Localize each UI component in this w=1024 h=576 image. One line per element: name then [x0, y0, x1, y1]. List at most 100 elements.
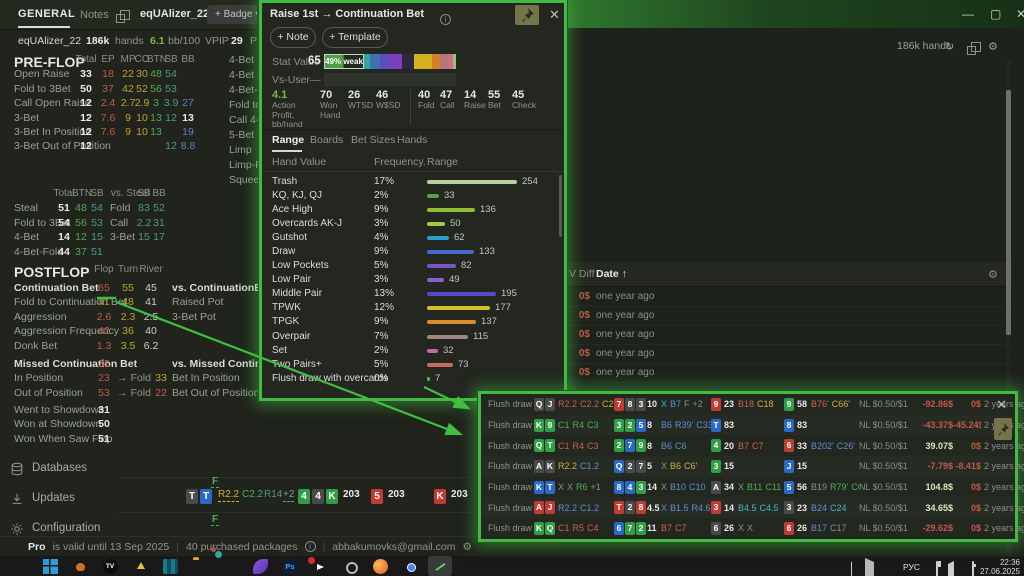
packages-text[interactable]: 40 purchased packages	[186, 541, 298, 553]
info-icon[interactable]: i	[440, 9, 451, 27]
hand-history-row[interactable]: Flush draw ...AKR2.2C1.2Q275XB6C6'315J15…	[481, 456, 1015, 477]
game-app-icon[interactable]	[68, 556, 92, 576]
col-range[interactable]: Range	[427, 156, 458, 168]
close-button[interactable]: ✕	[1016, 7, 1024, 21]
table-row[interactable]: Out of Position53→ Fold22Bet Out of Posi…	[0, 387, 262, 401]
tab-notes[interactable]: Notes	[80, 9, 109, 21]
table-row[interactable]: 3-Bet In Position127.69101319	[0, 126, 260, 140]
hand-history-row[interactable]: Flush draw ...KQC1R5C467211B7C7626XX626B…	[481, 518, 1015, 539]
range-row[interactable]: KQ, KJ, QJ2%33	[262, 189, 564, 203]
table-row[interactable]: Open Raise331822304854	[0, 68, 260, 82]
account-email[interactable]: abbakumovks@gmail.com	[332, 541, 455, 553]
tab-general[interactable]: GENERAL	[18, 8, 75, 20]
range-row[interactable]: Set2%32	[262, 344, 564, 358]
add-badge-button[interactable]: + Badge ▾	[207, 5, 257, 24]
minimize-button[interactable]: —	[962, 7, 974, 21]
hand-date-row[interactable]: 0$one year ago	[560, 307, 1012, 326]
table-row[interactable]: 3-Bet Out of Position12128.8	[0, 140, 260, 154]
popout-icon[interactable]	[116, 10, 125, 28]
range-row[interactable]: Low Pair3%49	[262, 273, 564, 287]
range-row[interactable]: TPGK9%137	[262, 315, 564, 329]
photos-app-icon[interactable]	[218, 556, 242, 576]
sidebar-item-databases[interactable]: Databases	[10, 461, 150, 479]
col-frequency[interactable]: Frequency.	[374, 156, 426, 168]
table-row[interactable]: 4-Bet-Fold443751	[0, 246, 260, 260]
sidebar-item-updates[interactable]: Updates	[10, 491, 150, 509]
info-icon[interactable]: i	[305, 541, 316, 552]
battery-icon[interactable]	[972, 562, 974, 576]
settings-gear-icon[interactable]: ⚙	[463, 541, 472, 553]
sidebar-item-configuration[interactable]: Configuration	[10, 521, 150, 539]
range-row[interactable]: Flush draw with overcards0%7	[262, 372, 564, 386]
firefox-icon[interactable]	[368, 556, 392, 576]
photoshop-icon[interactable]: Ps	[278, 556, 302, 576]
hand-date-row[interactable]: 0$one year ago	[560, 345, 1012, 364]
tv-app-icon[interactable]: TV	[98, 556, 122, 576]
range-row[interactable]: Ace High9%136	[262, 203, 564, 217]
teal-app-icon[interactable]	[158, 556, 182, 576]
pin-button[interactable]	[515, 5, 539, 25]
tab-bet-sizes[interactable]: Bet Sizes	[351, 134, 395, 146]
hand-date-row[interactable]: 0$one year ago	[560, 326, 1012, 345]
scrollbar-thumb[interactable]	[1006, 90, 1011, 335]
tab-hands[interactable]: Hands	[397, 134, 427, 146]
range-row[interactable]: Trash17%254	[262, 175, 564, 189]
table-row[interactable]: Aggression Frequency423640	[0, 325, 262, 339]
tab-range[interactable]: Range	[272, 134, 304, 146]
table-row[interactable]: In Position23→ Fold33Bet In Position	[0, 372, 262, 386]
table-row[interactable]: 3-Bet127.6910131213	[0, 112, 260, 126]
tab-boards[interactable]: Boards	[310, 134, 343, 146]
range-row[interactable]: TPWK12%177	[262, 301, 564, 315]
popout-window-icon[interactable]	[967, 42, 976, 60]
eye-app-icon[interactable]	[338, 556, 362, 576]
feather-app-icon[interactable]	[248, 556, 272, 576]
hand-history-row[interactable]: Flush draw ...KTXXR6+184314XB10C10A34XB1…	[481, 477, 1015, 498]
clock[interactable]: 22:36 27.06.2025	[980, 558, 1020, 576]
hand-history-row[interactable]: Flush draw ...QJR2.2C2.2C2.2+178310XB7F+…	[481, 394, 1015, 415]
table-row[interactable]: Aggression2.62.32.53-Bet Pot	[0, 311, 262, 325]
language-indicator[interactable]: РУС	[903, 562, 920, 572]
range-row[interactable]: Overpair7%115	[262, 330, 564, 344]
table-row[interactable]: Fold to 3Bet503742525653	[0, 83, 260, 97]
tray-telegram-icon[interactable]	[865, 562, 874, 576]
range-row[interactable]: Middle Pair13%195	[262, 287, 564, 301]
close-icon[interactable]: ✕	[549, 8, 560, 22]
hand2note-icon[interactable]	[428, 556, 452, 576]
range-row[interactable]: Two Pairs+5%73	[262, 358, 564, 372]
table-row[interactable]: Missed Continuation Bet35vs. Missed Cont…	[0, 358, 262, 372]
table-row[interactable]: Steal514854Fold8352	[0, 202, 260, 216]
table-row[interactable]: 4-Bet1412153-Bet1517	[0, 231, 260, 245]
add-template-button[interactable]: + Template	[322, 27, 388, 48]
tray-expand-icon[interactable]	[851, 563, 852, 576]
hand-history-row[interactable]: Flush draw ...AJR2.2C1.2T284.5XB1.5R4.6+…	[481, 497, 1015, 518]
range-row[interactable]: Low Pockets5%82	[262, 259, 564, 273]
col-hand-value[interactable]: Hand Value	[272, 156, 326, 168]
col-date-sort[interactable]: Date ↑	[596, 268, 627, 280]
range-row[interactable]: Gutshot4%62	[262, 231, 564, 245]
table-row[interactable]: Won at Showdown50	[0, 418, 262, 432]
refresh-icon[interactable]: ↻	[945, 40, 954, 53]
hand-date-row[interactable]: 0$one year ago	[560, 288, 1012, 307]
range-row[interactable]: Overcards AK-J3%50	[262, 217, 564, 231]
hand-history-row[interactable]: Flush draw ...QTC1R4C32798B6C6420B7C7633…	[481, 435, 1015, 456]
volume-icon[interactable]	[948, 564, 954, 576]
table-row[interactable]: Went to Showdown31	[0, 404, 262, 418]
maximize-button[interactable]: ▢	[990, 7, 1001, 21]
table-row[interactable]: Won When Saw Flop51	[0, 433, 262, 447]
pin-button[interactable]	[994, 418, 1012, 440]
add-note-button[interactable]: + Note	[270, 27, 316, 48]
table-row[interactable]: Fold to Continuation Bet414841Raised Pot	[0, 296, 262, 310]
table-row[interactable]: Continuation Bet655545vs. ContinuationBe…	[0, 282, 262, 296]
popup-scrollbar-thumb[interactable]	[559, 175, 562, 237]
chrome-icon[interactable]	[398, 556, 422, 576]
hand-history-row[interactable]: Flush draw ...K9C1R4C33258B6R39'C33T8388…	[481, 415, 1015, 436]
table-row[interactable]: Fold to 3Bet545653Call2.231	[0, 217, 260, 231]
table-row[interactable]: Donk Bet1.33.56.2	[0, 340, 262, 354]
aimp-player-icon[interactable]	[128, 556, 152, 576]
start-button[interactable]	[38, 556, 62, 576]
hand-date-row[interactable]: 0$one year ago	[560, 364, 1012, 383]
table-row[interactable]: Call Open Raise122.42.72.933.927	[0, 97, 260, 111]
table-gear-icon[interactable]: ⚙	[988, 268, 998, 281]
file-explorer-icon[interactable]	[188, 556, 212, 576]
window-titlebar[interactable]: — ▢ ✕	[560, 0, 1024, 28]
